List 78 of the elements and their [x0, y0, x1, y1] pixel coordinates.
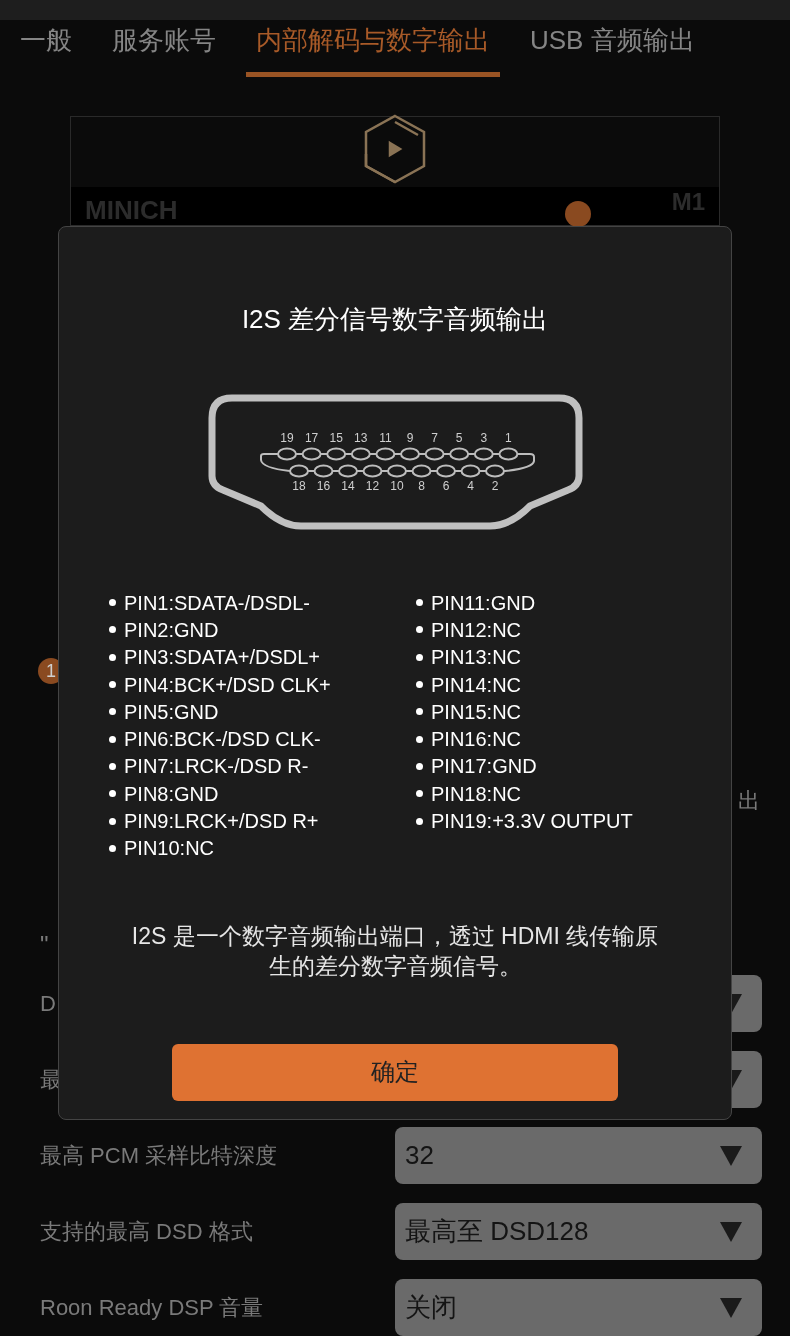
dropdown[interactable]: 32 — [395, 1127, 762, 1184]
bullet-icon — [416, 653, 423, 661]
pin-description: PIN12:NC — [431, 617, 522, 643]
setting-label: 最高 PCM 采样比特深度 — [40, 1142, 278, 1170]
bullet-icon — [109, 844, 116, 852]
pin-number: 19 — [279, 431, 294, 445]
pin-description: PIN7:LRCK-/DSD R- — [124, 754, 309, 780]
pin-description: PIN5:GND — [124, 699, 219, 725]
pin-description: PIN15:NC — [431, 699, 522, 725]
tab[interactable]: 服务账号 — [102, 20, 226, 77]
setting-label: Roon Ready DSP 音量 — [40, 1294, 264, 1322]
bullet-icon — [416, 817, 423, 825]
tab[interactable]: USB 音频输出 — [520, 20, 705, 77]
pin-number: 4 — [466, 479, 474, 493]
pin-description: PIN6:BCK-/DSD CLK- — [124, 727, 321, 753]
pin-number: 5 — [455, 431, 463, 445]
bullet-icon — [416, 708, 423, 716]
setting-label: 最 — [40, 1066, 62, 1094]
pin-number: 2 — [491, 479, 498, 493]
setting-label: 支持的最高 DSD 格式 — [40, 1218, 253, 1246]
bullet-icon — [109, 708, 116, 716]
pin-number: 6 — [442, 479, 449, 493]
pin-number: 13 — [353, 431, 367, 445]
bullet-icon — [416, 735, 423, 743]
bullet-icon — [109, 653, 116, 661]
pin-number: 18 — [291, 479, 306, 493]
pin-description: PIN17:GND — [431, 754, 537, 780]
pin-number: 14 — [340, 479, 355, 493]
pin-description: PIN9:LRCK+/DSD R+ — [124, 809, 319, 835]
bullet-icon — [109, 762, 116, 770]
dropdown[interactable]: 关闭 — [395, 1279, 762, 1336]
setting-label: D — [40, 990, 56, 1018]
bullet-icon — [416, 790, 423, 798]
pin-description: PIN13:NC — [431, 645, 522, 671]
dropdown[interactable]: 最高至 DSD128 — [395, 1203, 762, 1260]
dialog-title: I2S 差分信号数字音频输出 — [241, 303, 549, 336]
setting-label: 出 — [738, 788, 760, 814]
pin-description: PIN3:SDATA+/DSDL+ — [124, 645, 320, 671]
bullet-icon — [109, 735, 116, 743]
pin-description: PIN4:BCK+/DSD CLK+ — [124, 672, 331, 698]
pin-description: PIN8:GND — [124, 781, 219, 807]
pin-description: PIN2:GND — [124, 617, 219, 643]
tab[interactable]: 内部解码与数字输出 — [246, 20, 500, 77]
pin-number: 11 — [378, 431, 392, 445]
pin-number: 3 — [479, 431, 487, 445]
bullet-icon — [416, 681, 423, 689]
bullet-icon — [109, 817, 116, 825]
dropdown-arrow-icon — [720, 1145, 742, 1166]
pin-number: 10 — [389, 479, 404, 493]
pin-number: 17 — [304, 431, 318, 445]
pin-description: PIN14:NC — [431, 672, 522, 698]
pin-description: PIN11:GND — [431, 590, 536, 616]
pin-number: 12 — [365, 479, 379, 493]
dropdown-arrow-icon — [720, 1297, 742, 1318]
pin-number: 16 — [316, 479, 330, 493]
pin-number: 1 — [504, 431, 512, 445]
bullet-icon — [109, 790, 116, 798]
pin-number: 8 — [417, 479, 425, 493]
pin-description: PIN16:NC — [431, 727, 522, 753]
bullet-icon — [416, 626, 423, 634]
logo-icon — [362, 113, 428, 185]
bullet-icon — [109, 599, 116, 607]
tab[interactable]: 一般 — [10, 20, 82, 77]
description-text: I2S 是一个数字音频输出端口，透过 HDMI 线传输原生的差分数字音频信号。 — [130, 921, 660, 981]
pin-number: 15 — [329, 431, 343, 445]
pin-number: 7 — [430, 431, 438, 445]
bullet-icon — [416, 762, 423, 770]
bullet-icon — [109, 626, 116, 634]
pin-description: PIN19:+3.3V OUTPUT — [431, 809, 633, 835]
dropdown-arrow-icon — [720, 1221, 742, 1242]
confirm-button[interactable]: 确定 — [172, 1043, 618, 1101]
pin-number: 9 — [406, 431, 413, 445]
note-text: " — [40, 931, 49, 958]
pin-description: PIN18:NC — [431, 781, 522, 807]
bullet-icon — [109, 681, 116, 689]
pin-description: PIN1:SDATA-/DSDL- — [124, 590, 310, 616]
pin-description: PIN10:NC — [124, 836, 215, 862]
bullet-icon — [416, 599, 423, 607]
